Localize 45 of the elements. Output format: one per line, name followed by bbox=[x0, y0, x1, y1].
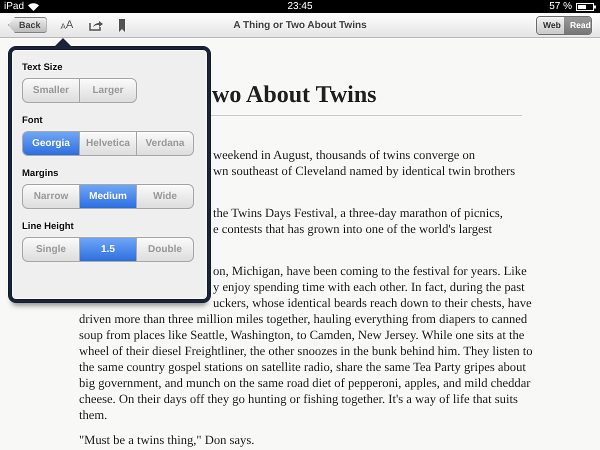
wifi-icon bbox=[28, 2, 40, 10]
view-mode-tab[interactable]: Read bbox=[564, 16, 591, 34]
article-text-line: soup from places like Seattle, Washington, to Camden, New Jersey. While one sits at the bbox=[79, 327, 524, 343]
page-title: A Thing or Two About Twins bbox=[233, 20, 367, 30]
article-text-line: cheese. On their days off they go hunting or fishing together. It's a way of life that suits bbox=[79, 391, 518, 407]
setting-option[interactable]: Helvetica bbox=[79, 131, 137, 156]
battery-percent: 57 % bbox=[549, 1, 572, 12]
article-text-line: on, Michigan, have been coming to the festival for years. Like bbox=[213, 263, 527, 279]
article-text-line: wn southeast of Cleveland named by identical twin brothers bbox=[213, 163, 516, 179]
setting-option[interactable]: Larger bbox=[79, 78, 137, 103]
setting-option[interactable]: Smaller bbox=[22, 78, 80, 103]
setting-option[interactable]: Narrow bbox=[22, 184, 80, 209]
article-text-line: driven more than three million miles together, hauling everything from diapers to canned bbox=[79, 311, 528, 327]
article-text-line: big government, and munch on the same road diet of pepperoni, apples, and mild cheddar bbox=[79, 375, 530, 391]
setting-option[interactable]: Wide bbox=[136, 184, 194, 209]
setting-option[interactable]: Double bbox=[136, 237, 194, 262]
article-text-line: the same country gospel stations on satellite radio, share the same Tea Party gripes about bbox=[79, 359, 526, 375]
article-text-line: wheel of their diesel Freightliner, the other snoozes in the bunk behind him. They listen to bbox=[79, 343, 533, 359]
setting-option[interactable]: Single bbox=[22, 237, 80, 262]
battery-icon bbox=[576, 2, 596, 10]
setting-label: Text Size bbox=[22, 62, 64, 73]
article-text-line: e contests that has grown into one of the world's largest bbox=[213, 221, 492, 237]
share-button[interactable] bbox=[89, 19, 104, 31]
setting-label: Line Height bbox=[22, 221, 75, 232]
setting-option[interactable]: Medium bbox=[79, 184, 137, 209]
setting-option[interactable]: Verdana bbox=[136, 131, 194, 156]
article-text-line: them. bbox=[79, 407, 108, 423]
status-time: 23:45 bbox=[287, 1, 313, 12]
setting-label: Font bbox=[22, 115, 44, 126]
share-icon bbox=[89, 19, 104, 31]
bookmark-button[interactable] bbox=[119, 18, 126, 32]
setting-option[interactable]: Georgia bbox=[22, 131, 80, 156]
setting-option[interactable]: 1.5 bbox=[79, 237, 137, 262]
article-heading: wo About Twins bbox=[212, 81, 377, 110]
article-text-line: the Twins Days Festival, a three-day marathon of picnics, bbox=[213, 205, 503, 221]
bookmark-icon bbox=[119, 18, 126, 32]
setting-label: Margins bbox=[22, 168, 60, 179]
text-size-button[interactable]: AA bbox=[60, 19, 74, 31]
article-text-line: "Must be a twins thing," Don says. bbox=[79, 432, 254, 448]
article-text-line: y enjoy spending time with each other. In fact, during the past bbox=[213, 279, 525, 295]
article-text-line: uckers, whose identical beards reach down to their chests, have bbox=[213, 295, 532, 311]
device-name: iPad bbox=[4, 1, 24, 12]
back-button[interactable]: Back bbox=[8, 17, 47, 33]
view-mode-tab[interactable]: Web bbox=[537, 16, 564, 34]
article-text-line: weekend in August, thousands of twins converge on bbox=[213, 147, 476, 163]
